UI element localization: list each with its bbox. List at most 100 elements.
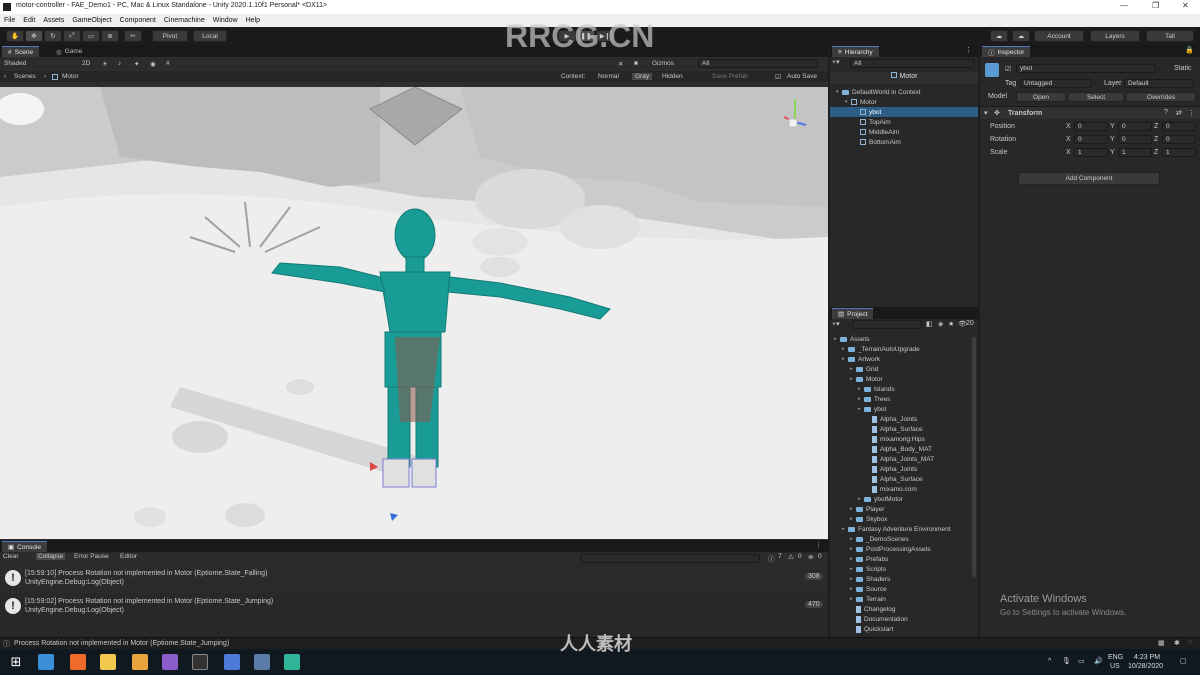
- axis-label[interactable]: Y: [1110, 136, 1115, 143]
- project-item[interactable]: Documentation: [830, 614, 970, 624]
- hierarchy-search-input[interactable]: All: [850, 59, 974, 68]
- tray-chevron-icon[interactable]: ^: [1048, 658, 1051, 665]
- effects-icon[interactable]: ✦: [134, 60, 139, 68]
- cache-icon[interactable]: ▦: [1158, 639, 1165, 647]
- filter-type-icon[interactable]: ◧: [926, 320, 933, 328]
- select-button[interactable]: Select: [1068, 92, 1124, 102]
- transform-x-field[interactable]: 1: [1074, 148, 1108, 157]
- context-gray[interactable]: Gray: [632, 73, 653, 80]
- hand-tool-icon[interactable]: ✋: [6, 30, 24, 42]
- menu-window[interactable]: Window: [213, 17, 238, 24]
- project-item[interactable]: ▸ Assets: [830, 334, 970, 344]
- scale-tool-icon[interactable]: ⤢: [63, 30, 81, 42]
- info-count-icon[interactable]: ⓘ: [768, 553, 775, 563]
- project-item[interactable]: Alpha_Joints: [830, 414, 970, 424]
- windows-start-icon[interactable]: ⊞: [8, 654, 24, 670]
- component-menu-icon[interactable]: ⋮: [1188, 109, 1195, 117]
- hierarchy-item[interactable]: TopAim: [830, 117, 978, 127]
- mode-2d-toggle[interactable]: 2D: [82, 60, 90, 67]
- visual-studio-icon[interactable]: [162, 654, 178, 670]
- language-code[interactable]: ENG: [1108, 654, 1123, 661]
- project-item[interactable]: ▸ _TerrainAutoUpgrade: [830, 344, 970, 354]
- editor-dropdown[interactable]: Editor: [120, 553, 137, 560]
- axis-label[interactable]: Z: [1154, 123, 1158, 130]
- transform-tool-icon[interactable]: ⊕: [101, 30, 119, 42]
- warning-count-icon[interactable]: ⚠: [788, 553, 794, 561]
- console-message[interactable]: ! [15:59:02] Process Rotation not implem…: [0, 594, 828, 621]
- tag-dropdown[interactable]: Untagged: [1020, 79, 1092, 88]
- panel-menu-icon[interactable]: ⋮: [815, 541, 822, 549]
- audio-icon[interactable]: ♪: [118, 60, 121, 67]
- app-taskbar-icon[interactable]: [38, 654, 54, 670]
- foldout-icon[interactable]: ▾: [984, 109, 988, 117]
- error-pause-toggle[interactable]: Error Pause: [74, 553, 109, 560]
- pivot-toggle[interactable]: Pivot: [152, 30, 188, 42]
- project-item[interactable]: Alpha_Joints_MAT: [830, 454, 970, 464]
- context-normal[interactable]: Normal: [598, 73, 619, 80]
- project-search-input[interactable]: [852, 320, 922, 329]
- hierarchy-item[interactable]: MiddleAim: [830, 127, 978, 137]
- project-item[interactable]: ▸ Islands: [830, 384, 970, 394]
- context-hidden[interactable]: Hidden: [662, 73, 683, 80]
- active-checkbox-icon[interactable]: ☑: [1005, 65, 1011, 73]
- tab-console[interactable]: ▣ Console: [2, 541, 48, 552]
- sublime-text-icon[interactable]: [132, 654, 148, 670]
- transform-x-field[interactable]: 0: [1074, 122, 1108, 131]
- project-item[interactable]: ▸ Player: [830, 504, 970, 514]
- autosave-checkbox-icon[interactable]: ☑: [775, 73, 781, 81]
- file-explorer-icon[interactable]: [100, 654, 116, 670]
- hierarchy-item[interactable]: ▾ DefaultWorld in Context: [830, 87, 978, 97]
- menu-help[interactable]: Help: [246, 17, 260, 24]
- collapse-toggle[interactable]: Collapse: [36, 553, 66, 560]
- menu-cinemachine[interactable]: Cinemachine: [164, 17, 205, 24]
- network-icon[interactable]: ▭: [1078, 657, 1085, 665]
- transform-y-field[interactable]: 0: [1118, 135, 1152, 144]
- layer-dropdown[interactable]: Default: [1124, 79, 1194, 88]
- scene-search-input[interactable]: All: [698, 59, 818, 68]
- transform-z-field[interactable]: 0: [1162, 122, 1196, 131]
- menu-assets[interactable]: Assets: [43, 17, 64, 24]
- project-item[interactable]: ▸ Artwork: [830, 354, 970, 364]
- project-item[interactable]: ▸ Fantasy Adventure Environment: [830, 524, 970, 534]
- chat-app-icon[interactable]: [254, 654, 270, 670]
- microphone-icon[interactable]: 🎙: [1062, 657, 1071, 665]
- project-item[interactable]: ▸ Trees: [830, 394, 970, 404]
- discord-icon[interactable]: [224, 654, 240, 670]
- project-item[interactable]: ▸ PostProcessingAssets: [830, 544, 970, 554]
- axis-label[interactable]: X: [1066, 149, 1071, 156]
- cloud-icon[interactable]: ☁: [1012, 30, 1030, 42]
- transform-header[interactable]: ▾ ✥ Transform ? ⇄ ⋮: [980, 106, 1200, 119]
- panel-menu-icon[interactable]: ⋮: [965, 46, 972, 54]
- project-item[interactable]: ▸ Source: [830, 584, 970, 594]
- tab-inspector[interactable]: ⓘ Inspector: [982, 46, 1031, 57]
- project-scrollbar[interactable]: [972, 337, 976, 577]
- overrides-dropdown[interactable]: Overrides: [1126, 92, 1196, 102]
- project-item[interactable]: ▸ Grid: [830, 364, 970, 374]
- tab-hierarchy[interactable]: ≡ Hierarchy: [832, 46, 879, 57]
- project-item[interactable]: ▸ Prefabs: [830, 554, 970, 564]
- project-item[interactable]: Changelog: [830, 604, 970, 614]
- project-item[interactable]: ▸ Skybox: [830, 514, 970, 524]
- console-search-input[interactable]: [580, 554, 760, 563]
- open-button[interactable]: Open: [1016, 92, 1066, 102]
- tab-scene[interactable]: # Scene: [2, 46, 40, 57]
- object-name-input[interactable]: ybot: [1016, 64, 1156, 73]
- lock-icon[interactable]: 🔒: [1185, 46, 1194, 54]
- error-count-icon[interactable]: ⊗: [808, 553, 813, 561]
- project-item[interactable]: ▸ Scripts: [830, 564, 970, 574]
- axis-label[interactable]: Y: [1110, 149, 1115, 156]
- hidden-objects-icon[interactable]: ◉: [150, 60, 156, 68]
- grid-icon[interactable]: #: [166, 60, 170, 67]
- terminal-icon[interactable]: [284, 654, 300, 670]
- gizmos-dropdown[interactable]: Gizmos: [652, 60, 674, 67]
- project-item[interactable]: ▸ Terrain: [830, 594, 970, 604]
- hierarchy-item[interactable]: ▾ Motor: [830, 97, 978, 107]
- project-item[interactable]: Quickstart: [830, 624, 970, 634]
- add-component-button[interactable]: Add Component: [1018, 172, 1160, 185]
- rect-tool-icon[interactable]: ▭: [82, 30, 100, 42]
- transform-x-field[interactable]: 0: [1074, 135, 1108, 144]
- project-item[interactable]: ▸ ybot: [830, 404, 970, 414]
- unity-icon[interactable]: [192, 654, 208, 670]
- play-button-icon[interactable]: ▶: [558, 30, 576, 42]
- status-message[interactable]: Process Rotation not implemented in Moto…: [14, 640, 229, 647]
